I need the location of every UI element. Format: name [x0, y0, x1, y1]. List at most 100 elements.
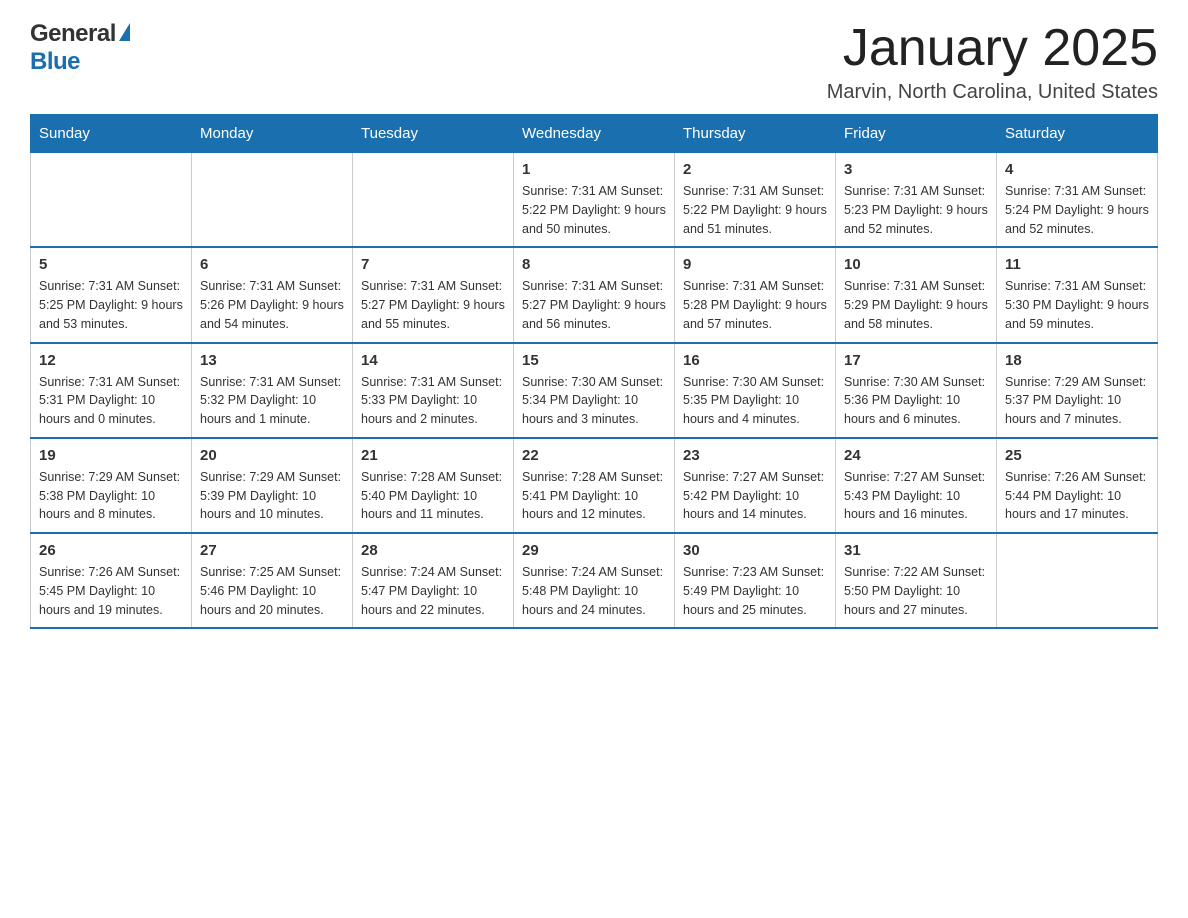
day-info: Sunrise: 7:31 AM Sunset: 5:25 PM Dayligh…	[39, 277, 183, 333]
day-number: 9	[683, 256, 827, 273]
day-info: Sunrise: 7:31 AM Sunset: 5:22 PM Dayligh…	[683, 182, 827, 238]
day-number: 27	[200, 542, 344, 559]
day-of-week-header: Thursday	[675, 115, 836, 153]
calendar-day-cell: 22 Sunrise: 7:28 AM Sunset: 5:41 PM Dayli…	[514, 438, 675, 533]
day-info: Sunrise: 7:24 AM Sunset: 5:48 PM Dayligh…	[522, 563, 666, 619]
day-info: Sunrise: 7:29 AM Sunset: 5:38 PM Dayligh…	[39, 468, 183, 524]
calendar-table: SundayMondayTuesdayWednesdayThursdayFrid…	[30, 114, 1158, 629]
day-number: 10	[844, 256, 988, 273]
day-number: 30	[683, 542, 827, 559]
day-info: Sunrise: 7:29 AM Sunset: 5:37 PM Dayligh…	[1005, 373, 1149, 429]
day-number: 17	[844, 352, 988, 369]
calendar-day-cell	[353, 153, 514, 248]
day-number: 2	[683, 161, 827, 178]
calendar-day-cell: 9Sunrise: 7:31 AM Sunset: 5:28 PM Daylig…	[675, 247, 836, 342]
day-info: Sunrise: 7:31 AM Sunset: 5:29 PM Dayligh…	[844, 277, 988, 333]
day-info: Sunrise: 7:28 AM Sunset: 5:41 PM Dayligh…	[522, 468, 666, 524]
calendar-day-cell: 3Sunrise: 7:31 AM Sunset: 5:23 PM Daylig…	[836, 153, 997, 248]
calendar-day-cell: 31 Sunrise: 7:22 AM Sunset: 5:50 PM Dayli…	[836, 533, 997, 628]
logo-blue-text: Blue	[30, 48, 80, 76]
calendar-day-cell: 19 Sunrise: 7:29 AM Sunset: 5:38 PM Dayli…	[31, 438, 192, 533]
day-number: 29	[522, 542, 666, 559]
day-number: 18	[1005, 352, 1149, 369]
calendar-header: SundayMondayTuesdayWednesdayThursdayFrid…	[31, 115, 1158, 153]
calendar-day-cell: 7 Sunrise: 7:31 AM Sunset: 5:27 PM Daylig…	[353, 247, 514, 342]
calendar-day-cell: 14 Sunrise: 7:31 AM Sunset: 5:33 PM Dayli…	[353, 343, 514, 438]
calendar-week-row: 26 Sunrise: 7:26 AM Sunset: 5:45 PM Dayli…	[31, 533, 1158, 628]
day-info: Sunrise: 7:31 AM Sunset: 5:32 PM Dayligh…	[200, 373, 344, 429]
day-of-week-header: Sunday	[31, 115, 192, 153]
calendar-day-cell: 5 Sunrise: 7:31 AM Sunset: 5:25 PM Daylig…	[31, 247, 192, 342]
logo-arrow-icon	[119, 23, 130, 41]
day-number: 31	[844, 542, 988, 559]
calendar-day-cell: 13 Sunrise: 7:31 AM Sunset: 5:32 PM Dayli…	[192, 343, 353, 438]
day-number: 14	[361, 352, 505, 369]
day-number: 6	[200, 256, 344, 273]
calendar-day-cell: 18 Sunrise: 7:29 AM Sunset: 5:37 PM Dayli…	[997, 343, 1158, 438]
day-number: 4	[1005, 161, 1149, 178]
day-number: 22	[522, 447, 666, 464]
calendar-day-cell: 29 Sunrise: 7:24 AM Sunset: 5:48 PM Dayli…	[514, 533, 675, 628]
day-number: 12	[39, 352, 183, 369]
calendar-day-cell	[31, 153, 192, 248]
day-info: Sunrise: 7:26 AM Sunset: 5:44 PM Dayligh…	[1005, 468, 1149, 524]
calendar-day-cell: 23 Sunrise: 7:27 AM Sunset: 5:42 PM Dayli…	[675, 438, 836, 533]
calendar-day-cell: 26 Sunrise: 7:26 AM Sunset: 5:45 PM Dayli…	[31, 533, 192, 628]
day-info: Sunrise: 7:24 AM Sunset: 5:47 PM Dayligh…	[361, 563, 505, 619]
calendar-day-cell: 24Sunrise: 7:27 AM Sunset: 5:43 PM Dayli…	[836, 438, 997, 533]
day-number: 25	[1005, 447, 1149, 464]
calendar-body: 1 Sunrise: 7:31 AM Sunset: 5:22 PM Daylig…	[31, 153, 1158, 629]
day-info: Sunrise: 7:31 AM Sunset: 5:31 PM Dayligh…	[39, 373, 183, 429]
day-of-week-header: Tuesday	[353, 115, 514, 153]
day-info: Sunrise: 7:22 AM Sunset: 5:50 PM Dayligh…	[844, 563, 988, 619]
calendar-day-cell: 6Sunrise: 7:31 AM Sunset: 5:26 PM Daylig…	[192, 247, 353, 342]
logo-area: General Blue	[30, 20, 130, 76]
day-info: Sunrise: 7:27 AM Sunset: 5:42 PM Dayligh…	[683, 468, 827, 524]
calendar-day-cell: 2 Sunrise: 7:31 AM Sunset: 5:22 PM Daylig…	[675, 153, 836, 248]
calendar-week-row: 5 Sunrise: 7:31 AM Sunset: 5:25 PM Daylig…	[31, 247, 1158, 342]
day-info: Sunrise: 7:31 AM Sunset: 5:27 PM Dayligh…	[522, 277, 666, 333]
day-info: Sunrise: 7:31 AM Sunset: 5:24 PM Dayligh…	[1005, 182, 1149, 238]
day-number: 13	[200, 352, 344, 369]
calendar-day-cell: 25 Sunrise: 7:26 AM Sunset: 5:44 PM Dayli…	[997, 438, 1158, 533]
day-number: 23	[683, 447, 827, 464]
day-info: Sunrise: 7:31 AM Sunset: 5:33 PM Dayligh…	[361, 373, 505, 429]
day-info: Sunrise: 7:29 AM Sunset: 5:39 PM Dayligh…	[200, 468, 344, 524]
day-info: Sunrise: 7:31 AM Sunset: 5:27 PM Dayligh…	[361, 277, 505, 333]
day-number: 1	[522, 161, 666, 178]
day-info: Sunrise: 7:30 AM Sunset: 5:35 PM Dayligh…	[683, 373, 827, 429]
day-number: 21	[361, 447, 505, 464]
day-number: 15	[522, 352, 666, 369]
month-title: January 2025	[827, 20, 1158, 77]
day-number: 5	[39, 256, 183, 273]
calendar-day-cell: 15 Sunrise: 7:30 AM Sunset: 5:34 PM Dayli…	[514, 343, 675, 438]
day-number: 16	[683, 352, 827, 369]
day-info: Sunrise: 7:25 AM Sunset: 5:46 PM Dayligh…	[200, 563, 344, 619]
calendar-day-cell: 4 Sunrise: 7:31 AM Sunset: 5:24 PM Daylig…	[997, 153, 1158, 248]
day-info: Sunrise: 7:30 AM Sunset: 5:34 PM Dayligh…	[522, 373, 666, 429]
calendar-day-cell	[997, 533, 1158, 628]
day-number: 20	[200, 447, 344, 464]
day-info: Sunrise: 7:31 AM Sunset: 5:22 PM Dayligh…	[522, 182, 666, 238]
calendar-day-cell: 20 Sunrise: 7:29 AM Sunset: 5:39 PM Dayli…	[192, 438, 353, 533]
calendar-week-row: 1 Sunrise: 7:31 AM Sunset: 5:22 PM Daylig…	[31, 153, 1158, 248]
day-info: Sunrise: 7:26 AM Sunset: 5:45 PM Dayligh…	[39, 563, 183, 619]
calendar-week-row: 19 Sunrise: 7:29 AM Sunset: 5:38 PM Dayli…	[31, 438, 1158, 533]
day-of-week-header: Saturday	[997, 115, 1158, 153]
day-info: Sunrise: 7:30 AM Sunset: 5:36 PM Dayligh…	[844, 373, 988, 429]
calendar-day-cell: 1 Sunrise: 7:31 AM Sunset: 5:22 PM Daylig…	[514, 153, 675, 248]
day-number: 28	[361, 542, 505, 559]
day-number: 11	[1005, 256, 1149, 273]
day-number: 19	[39, 447, 183, 464]
calendar-day-cell: 27 Sunrise: 7:25 AM Sunset: 5:46 PM Dayli…	[192, 533, 353, 628]
day-number: 26	[39, 542, 183, 559]
title-area: January 2025 Marvin, North Carolina, Uni…	[827, 20, 1158, 104]
calendar-day-cell: 12 Sunrise: 7:31 AM Sunset: 5:31 PM Dayli…	[31, 343, 192, 438]
calendar-week-row: 12 Sunrise: 7:31 AM Sunset: 5:31 PM Dayli…	[31, 343, 1158, 438]
day-number: 7	[361, 256, 505, 273]
logo-general-text: General	[30, 20, 116, 48]
day-of-week-header: Friday	[836, 115, 997, 153]
day-info: Sunrise: 7:28 AM Sunset: 5:40 PM Dayligh…	[361, 468, 505, 524]
day-number: 24	[844, 447, 988, 464]
calendar-day-cell: 30Sunrise: 7:23 AM Sunset: 5:49 PM Dayli…	[675, 533, 836, 628]
